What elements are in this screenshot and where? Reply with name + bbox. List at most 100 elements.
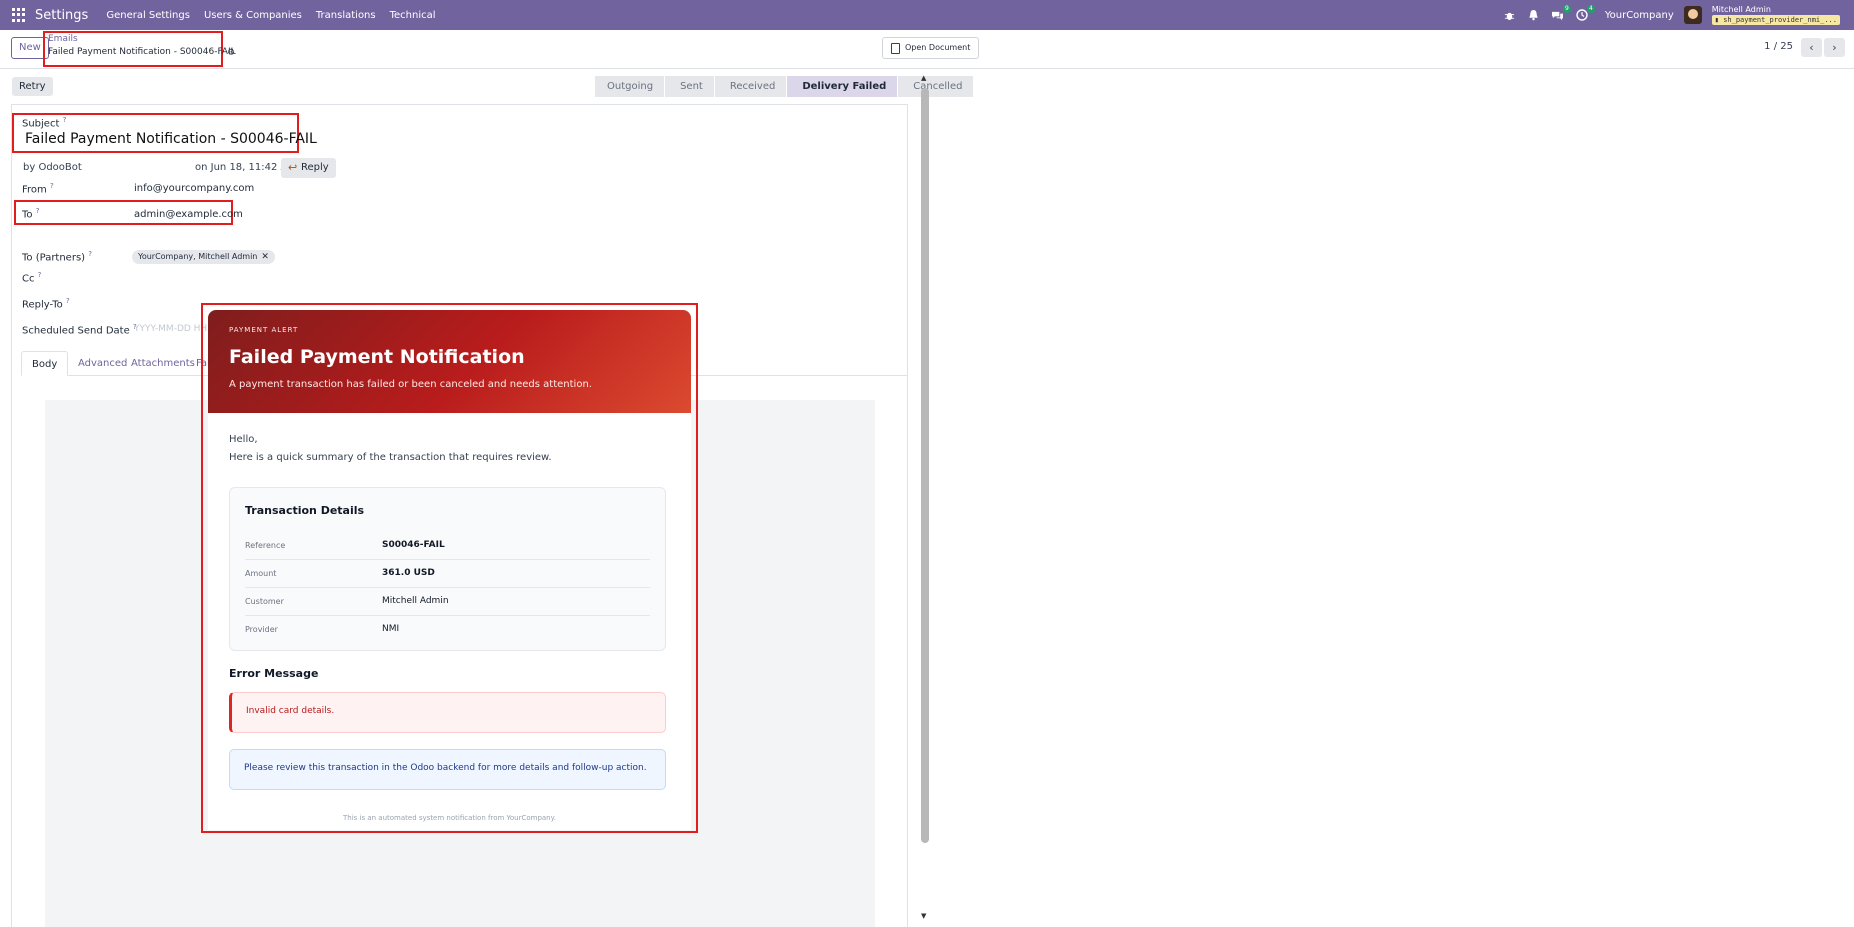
gear-icon[interactable]: ⚙ <box>227 48 235 58</box>
transaction-details-box: Transaction Details Reference S00046-FAI… <box>229 487 666 651</box>
scroll-down-arrow[interactable]: ▼ <box>921 912 926 920</box>
scheduled-date-label: Scheduled Send Date ? <box>22 323 137 336</box>
error-message-text: Invalid card details. <box>246 706 335 716</box>
activity-clock-icon[interactable]: 4 <box>1575 5 1595 22</box>
database-name: sh_payment_provider_nmi_... <box>1723 16 1837 24</box>
email-intro: Here is a quick summary of the transacti… <box>229 452 552 463</box>
detail-label: Provider <box>245 625 278 634</box>
status-bar: Outgoing Sent Received Delivery Failed C… <box>595 76 974 97</box>
help-icon[interactable]: ? <box>38 271 42 279</box>
company-switcher[interactable]: YourCompany <box>1605 10 1674 21</box>
user-name: Mitchell Admin <box>1711 5 1771 14</box>
pager-previous-button[interactable]: ‹ <box>1801 38 1822 57</box>
cc-label-text: Cc <box>22 273 35 285</box>
navbar-systray: 9 4 YourCompany Mitchell Admin ▮ sh_paym… <box>1503 0 1840 30</box>
help-icon[interactable]: ? <box>50 182 54 190</box>
info-text: Please review this transaction in the Od… <box>244 763 647 773</box>
apps-menu-icon[interactable] <box>12 8 26 22</box>
info-box: Please review this transaction in the Od… <box>229 749 666 790</box>
to-partners-label: To (Partners) ? <box>22 250 92 263</box>
remove-tag-icon[interactable]: ✕ <box>261 252 269 262</box>
partner-tag[interactable]: YourCompany, Mitchell Admin ✕ <box>132 250 275 264</box>
scroll-up-arrow[interactable]: ▲ <box>921 74 926 82</box>
email-greeting: Hello, <box>229 434 258 445</box>
detail-row: Provider NMI <box>245 616 650 644</box>
detail-row: Reference S00046-FAIL <box>245 532 650 560</box>
subject-field[interactable]: Failed Payment Notification - S00046-FAI… <box>25 131 317 147</box>
chevron-right-icon: › <box>1832 41 1837 54</box>
help-icon[interactable]: ? <box>88 250 92 258</box>
email-subtitle: A payment transaction has failed or been… <box>229 379 592 390</box>
subject-label-text: Subject <box>22 118 60 130</box>
pager-value[interactable]: 1 / 25 <box>1764 41 1793 52</box>
error-message-box: Invalid card details. <box>229 692 666 733</box>
messages-badge: 9 <box>1563 5 1571 13</box>
control-panel: New Emails Failed Payment Notification -… <box>0 30 1854 69</box>
detail-value: NMI <box>382 624 400 634</box>
subject-label: Subject ? <box>22 116 66 129</box>
email-kicker: PAYMENT ALERT <box>229 326 299 334</box>
detail-label: Reference <box>245 541 286 550</box>
to-partners-label-text: To (Partners) <box>22 252 86 264</box>
open-document-button[interactable]: Open Document <box>882 37 980 59</box>
reply-to-label-text: Reply-To <box>22 299 63 311</box>
tab-body[interactable]: Body <box>21 351 69 376</box>
reply-to-label: Reply-To ? <box>22 297 70 310</box>
status-received[interactable]: Received <box>714 76 787 97</box>
chat-icon[interactable]: 9 <box>1551 5 1571 22</box>
retry-button[interactable]: Retry <box>12 77 53 96</box>
app-name[interactable]: Settings <box>35 8 88 23</box>
to-label: To ? <box>22 207 39 220</box>
top-navbar: Settings General Settings Users & Compan… <box>0 0 1854 30</box>
open-document-label: Open Document <box>905 43 971 52</box>
breadcrumb-parent-link[interactable]: Emails <box>48 34 78 44</box>
transaction-details-title: Transaction Details <box>245 504 365 517</box>
email-footer: This is an automated system notification… <box>343 814 556 822</box>
user-avatar[interactable] <box>1683 6 1702 24</box>
detail-value: S00046-FAIL <box>382 540 445 550</box>
status-cancelled[interactable]: Cancelled <box>898 76 974 97</box>
main-menu: General Settings Users & Companies Trans… <box>106 10 435 21</box>
to-label-text: To <box>22 209 33 221</box>
detail-row: Amount 361.0 USD <box>245 560 650 588</box>
help-icon[interactable]: ? <box>36 207 40 215</box>
partner-tag-label: YourCompany, Mitchell Admin <box>138 252 258 261</box>
detail-label: Amount <box>245 569 277 578</box>
scrollbar-thumb[interactable] <box>921 88 929 843</box>
to-field[interactable]: admin@example.com <box>134 209 243 220</box>
reply-arrow-icon: ↩ <box>288 161 298 174</box>
author-line: by OdooBot <box>23 162 82 173</box>
breadcrumb-current: Failed Payment Notification - S00046-FAI… <box>48 47 236 57</box>
menu-technical[interactable]: Technical <box>390 10 436 21</box>
status-delivery-failed[interactable]: Delivery Failed <box>787 76 898 97</box>
menu-users-companies[interactable]: Users & Companies <box>204 10 302 21</box>
help-icon[interactable]: ? <box>63 116 67 124</box>
detail-value: 361.0 USD <box>382 568 435 578</box>
detail-label: Customer <box>245 597 284 606</box>
scheduled-date-label-text: Scheduled Send Date <box>22 325 130 337</box>
document-icon <box>891 43 900 54</box>
reply-label: Reply <box>301 162 329 173</box>
from-label-text: From <box>22 184 47 196</box>
activities-badge: 4 <box>1587 5 1595 13</box>
status-sent[interactable]: Sent <box>665 76 714 97</box>
detail-row: Customer Mitchell Admin <box>245 588 650 616</box>
menu-general-settings[interactable]: General Settings <box>106 10 190 21</box>
reply-button[interactable]: ↩ Reply <box>281 158 336 178</box>
from-field[interactable]: info@yourcompany.com <box>134 183 254 194</box>
bell-icon[interactable] <box>1527 8 1541 22</box>
email-header: PAYMENT ALERT Failed Payment Notificatio… <box>208 310 691 413</box>
menu-translations[interactable]: Translations <box>316 10 376 21</box>
email-card: PAYMENT ALERT Failed Payment Notificatio… <box>208 310 691 830</box>
help-icon[interactable]: ? <box>66 297 70 305</box>
email-title: Failed Payment Notification <box>229 346 525 368</box>
from-label: From ? <box>22 182 54 195</box>
detail-value: Mitchell Admin <box>382 596 449 606</box>
error-message-title: Error Message <box>229 667 319 680</box>
bug-icon[interactable] <box>1503 8 1517 22</box>
database-badge: ▮ sh_payment_provider_nmi_... <box>1711 15 1840 25</box>
status-outgoing[interactable]: Outgoing <box>595 76 665 97</box>
pager-next-button[interactable]: › <box>1824 38 1845 57</box>
chevron-left-icon: ‹ <box>1809 41 1814 54</box>
user-menu[interactable]: Mitchell Admin ▮ sh_payment_provider_nmi… <box>1711 5 1840 25</box>
